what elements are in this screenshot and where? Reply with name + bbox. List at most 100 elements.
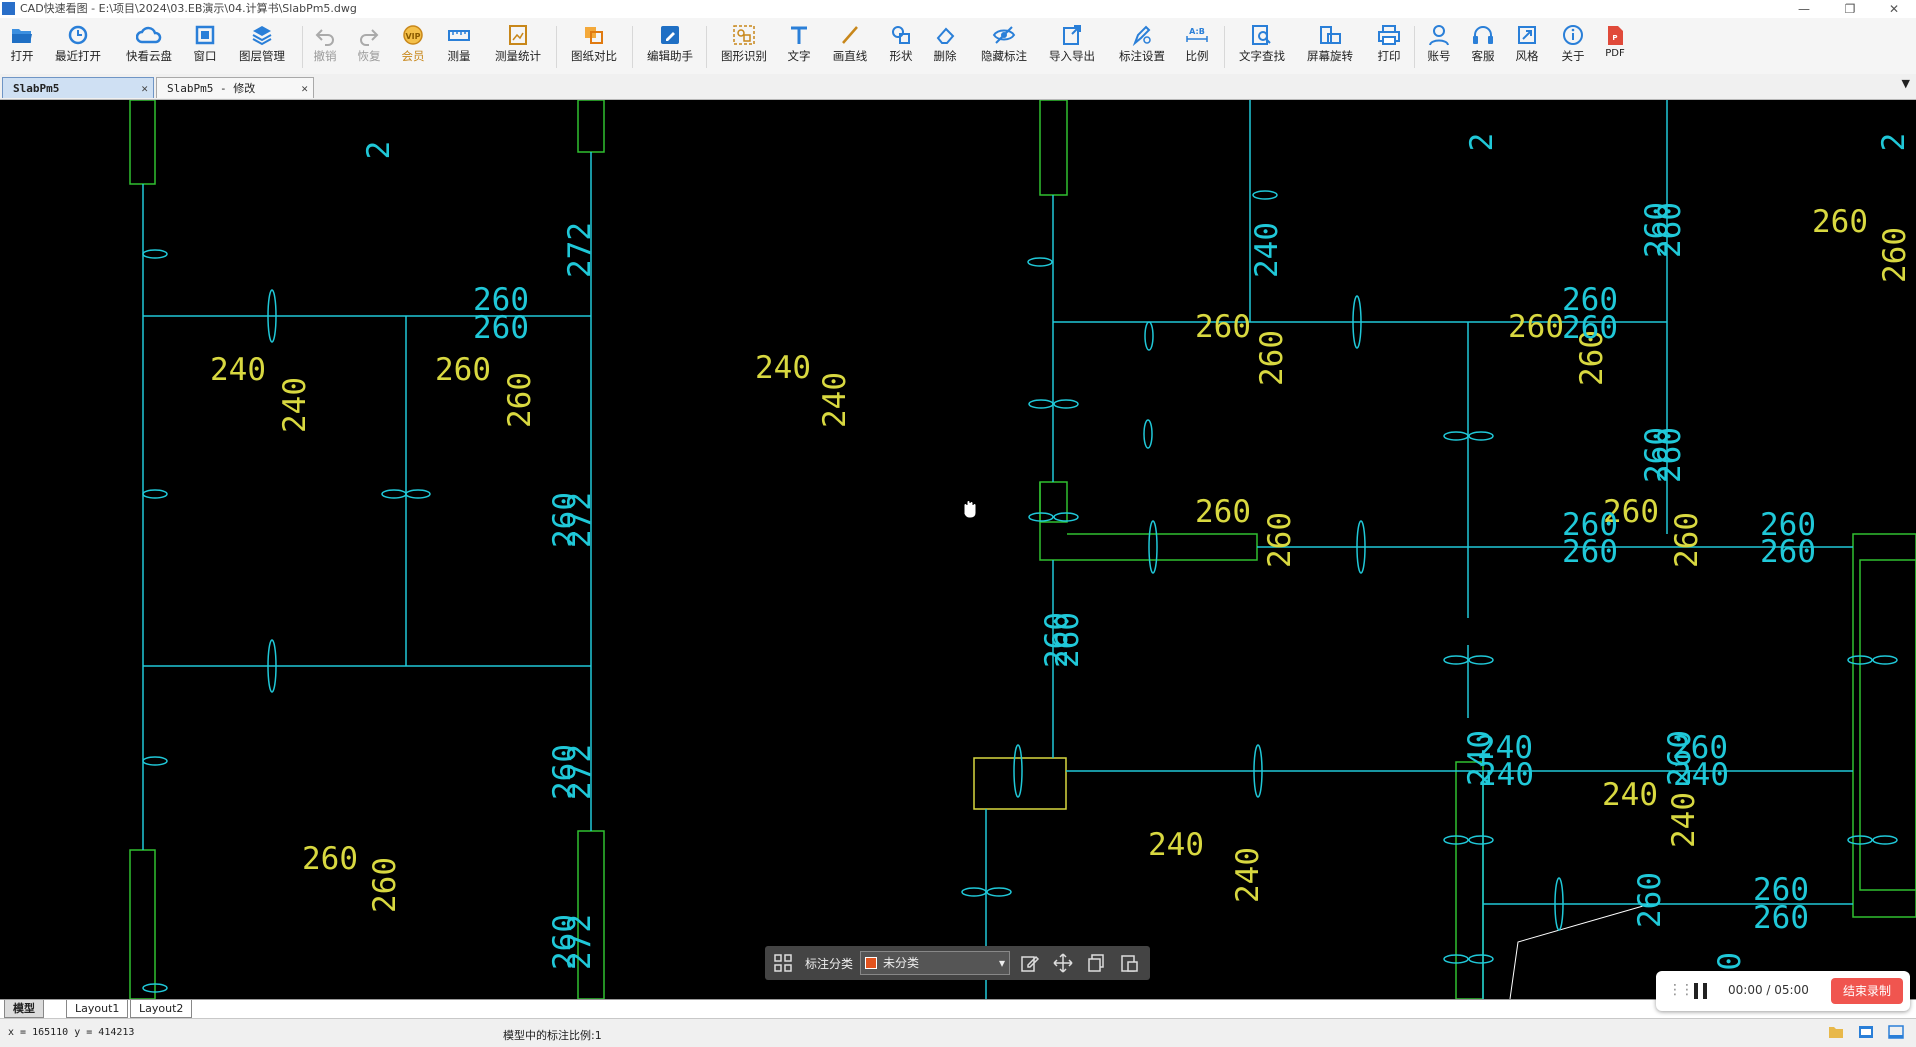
dimension-label: 260: [1562, 310, 1618, 346]
copy-icon[interactable]: [1086, 953, 1106, 973]
line-tool-icon: [842, 26, 858, 44]
undo-icon: [315, 29, 334, 46]
minimize-button[interactable]: —: [1784, 0, 1824, 18]
account-button[interactable]: 账号: [1424, 24, 1454, 72]
dimension-label: 260: [367, 857, 403, 913]
recent-label: 最近打开: [55, 49, 101, 63]
import-export-label: 导入导出: [1049, 49, 1095, 63]
import-export-button[interactable]: 导入导出: [1044, 24, 1100, 72]
drawing-canvas[interactable]: 240 240 260 260 260 260 240 240 260 260 260 260 260 2…: [0, 100, 1916, 999]
dimension-label: 260: [1877, 227, 1913, 283]
edit-icon[interactable]: [1020, 953, 1040, 973]
cloud-button[interactable]: 快看云盘: [122, 24, 176, 72]
annot-settings-button[interactable]: 标注设置: [1114, 24, 1170, 72]
dimension-label: 240: [817, 372, 853, 428]
toolbar-separator: [1224, 26, 1225, 68]
category-selected-value: 未分类: [883, 956, 920, 970]
shape-button[interactable]: 形状: [886, 24, 916, 72]
drag-handle-icon[interactable]: ⋮⋮: [1668, 982, 1694, 998]
tab-layout1[interactable]: Layout1: [66, 1000, 129, 1018]
close-tab-icon[interactable]: ✕: [301, 78, 308, 99]
close-tab-icon[interactable]: ✕: [141, 78, 148, 99]
recording-time: 00:00 / 05:00: [1728, 983, 1809, 997]
text-search-button[interactable]: 文字查找: [1234, 24, 1290, 72]
vip-label: 会员: [401, 49, 425, 63]
grid-menu-icon[interactable]: [773, 953, 793, 973]
scale-label: 比例: [1185, 49, 1209, 63]
hide-annot-button[interactable]: 隐藏标注: [976, 24, 1032, 72]
layout-view-icon[interactable]: [1858, 1024, 1874, 1040]
printer-icon: [1378, 25, 1400, 45]
tab-slabpm5[interactable]: SlabPm5 ✕: [2, 77, 154, 98]
folder-open-icon: [12, 29, 32, 43]
tab-slabpm5-modified[interactable]: SlabPm5 - 修改 ✕: [156, 77, 314, 98]
document-tabs: SlabPm5 ✕ SlabPm5 - 修改 ✕ ▼: [0, 74, 1916, 100]
line-button[interactable]: 画直线: [828, 24, 872, 72]
rotate-screen-button[interactable]: 屏幕旋转: [1302, 24, 1358, 72]
shape-recog-label: 图形识别: [721, 49, 767, 63]
pdf-button[interactable]: P PDF: [1600, 24, 1630, 72]
dimension-label: 260: [1652, 427, 1688, 483]
clock-icon: [68, 25, 88, 45]
paste-icon[interactable]: [1119, 953, 1139, 973]
restore-button[interactable]: ❐: [1830, 0, 1870, 18]
main-toolbar: 打开 最近打开 快看云盘 窗口 图层管理 撤销 恢复 VIP 会员 测量 测量统…: [0, 18, 1916, 74]
window-title: CAD快速看图 - E:\项目\2024\03.EB演示\04.计算书\Slab…: [20, 2, 357, 15]
measure-button[interactable]: 测量: [444, 24, 474, 72]
dimension-label: 240: [755, 350, 811, 386]
print-button[interactable]: 打印: [1374, 24, 1404, 72]
tab-layout2[interactable]: Layout2: [130, 1000, 193, 1018]
text-label: 文字: [787, 49, 811, 63]
dimension-label: 260: [302, 841, 358, 877]
dimension-label: 260: [1562, 534, 1618, 570]
text-button[interactable]: 文字: [784, 24, 814, 72]
open-button[interactable]: 打开: [4, 24, 40, 72]
pause-icon[interactable]: [1694, 983, 1708, 999]
tab-model[interactable]: 模型: [4, 1000, 44, 1018]
scale-button[interactable]: A:B 比例: [1182, 24, 1212, 72]
recent-button[interactable]: 最近打开: [50, 24, 106, 72]
redo-button[interactable]: 恢复: [354, 24, 384, 72]
category-color-swatch: [865, 957, 877, 969]
ruler-icon: [448, 30, 470, 41]
headset-icon: [1473, 26, 1493, 44]
move-icon[interactable]: [1053, 953, 1073, 973]
screen-recorder-widget: ⋮⋮ 00:00 / 05:00 结束录制: [1656, 971, 1910, 1011]
folder-icon[interactable]: [1828, 1024, 1844, 1040]
pdf-file-icon: P: [1608, 26, 1623, 45]
tab-label: SlabPm5 - 修改: [167, 82, 256, 95]
stop-recording-button[interactable]: 结束录制: [1831, 978, 1903, 1004]
window-label: 窗口: [193, 49, 217, 63]
annotation-category-select[interactable]: 未分类 ▾: [860, 951, 1010, 975]
dimension-label: 260: [1508, 309, 1564, 345]
edit-assist-button[interactable]: 编辑助手: [642, 24, 698, 72]
vip-button[interactable]: VIP 会员: [398, 24, 428, 72]
dimension-label: 2: [1464, 133, 1500, 152]
shape-recog-button[interactable]: 图形识别: [716, 24, 772, 72]
dimension-label: 260: [473, 310, 529, 346]
diagonal-lines: [1509, 903, 1651, 999]
about-button[interactable]: 关于: [1558, 24, 1588, 72]
measure-stats-button[interactable]: 测量统计: [490, 24, 546, 72]
chevron-down-icon: ▾: [998, 956, 1005, 970]
layers-button[interactable]: 图层管理: [234, 24, 290, 72]
delete-button[interactable]: 删除: [930, 24, 960, 72]
dimension-label: 260: [1812, 204, 1868, 240]
app-logo-icon: [2, 2, 15, 15]
tab-list-dropdown-icon[interactable]: ▼: [1902, 77, 1910, 90]
cad-drawing[interactable]: 240240260260260260240240260260260 260 260 2…: [0, 100, 1916, 999]
shape-label: 形状: [889, 49, 913, 63]
toolbar-separator: [706, 26, 707, 68]
close-button[interactable]: ✕: [1874, 0, 1914, 18]
dimension-label: 240: [1462, 730, 1498, 786]
window-button[interactable]: 窗口: [190, 24, 220, 72]
service-button[interactable]: 客服: [1468, 24, 1498, 72]
style-button[interactable]: 风格: [1512, 24, 1542, 72]
fullscreen-icon[interactable]: [1888, 1024, 1904, 1040]
undo-button[interactable]: 撤销: [310, 24, 340, 72]
compare-button[interactable]: 图纸对比: [566, 24, 622, 72]
open-label: 打开: [10, 49, 34, 63]
dimension-label: 240: [210, 352, 266, 388]
cursor-coordinates: x = 165110 y = 414213: [8, 1027, 135, 1038]
toolbar-separator: [302, 26, 303, 68]
